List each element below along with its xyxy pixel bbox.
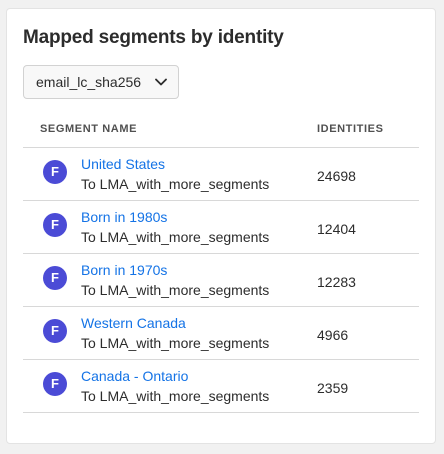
segment-destination: To LMA_with_more_segments — [81, 334, 270, 351]
column-header-identities[interactable]: IDENTITIES — [317, 123, 417, 135]
segment-cell: F Born in 1980s To LMA_with_more_segment… — [23, 208, 317, 247]
identities-count: 24698 — [317, 168, 356, 184]
segment-name-link[interactable]: Born in 1980s — [81, 208, 269, 227]
card-title: Mapped segments by identity — [23, 27, 284, 48]
table-row: F Western Canada To LMA_with_more_segmen… — [23, 307, 419, 360]
segment-cell: F United States To LMA_with_more_segment… — [23, 155, 317, 194]
segment-cell: F Born in 1970s To LMA_with_more_segment… — [23, 261, 317, 300]
segment-name-link[interactable]: Western Canada — [81, 314, 269, 333]
table-row: F Born in 1970s To LMA_with_more_segment… — [23, 254, 419, 307]
table-header: SEGMENT NAME IDENTITIES — [23, 111, 419, 148]
segment-avatar: F — [43, 318, 67, 343]
table-row: F Canada - Ontario To LMA_with_more_segm… — [23, 360, 419, 413]
table-row: F United States To LMA_with_more_segment… — [23, 148, 419, 201]
segment-destination: To LMA_with_more_segments — [81, 175, 270, 192]
segments-table: SEGMENT NAME IDENTITIES F United States … — [23, 111, 419, 413]
identities-count: 2359 — [317, 380, 349, 396]
segment-destination: To LMA_with_more_segments — [81, 387, 270, 404]
segment-avatar: F — [43, 265, 67, 290]
segment-cell: F Canada - Ontario To LMA_with_more_segm… — [23, 367, 317, 406]
chevron-down-icon — [154, 75, 168, 89]
identities-count: 4966 — [317, 327, 349, 343]
segment-destination: To LMA_with_more_segments — [81, 228, 270, 245]
identity-namespace-dropdown[interactable]: email_lc_sha256 — [23, 65, 179, 99]
table-row: F Born in 1980s To LMA_with_more_segment… — [23, 201, 419, 254]
segment-name-link[interactable]: Canada - Ontario — [81, 367, 269, 386]
identities-count: 12404 — [317, 221, 356, 237]
column-header-segment-name[interactable]: SEGMENT NAME — [23, 123, 317, 135]
segment-cell: F Western Canada To LMA_with_more_segmen… — [23, 314, 317, 353]
segment-avatar: F — [43, 159, 67, 184]
segment-avatar: F — [43, 371, 67, 396]
identities-count: 12283 — [317, 274, 356, 290]
segment-avatar: F — [43, 212, 67, 237]
mapped-segments-card: Mapped segments by identity email_lc_sha… — [6, 8, 436, 444]
segment-name-link[interactable]: United States — [81, 155, 269, 174]
identity-namespace-value: email_lc_sha256 — [36, 74, 142, 90]
segment-destination: To LMA_with_more_segments — [81, 281, 270, 298]
segment-name-link[interactable]: Born in 1970s — [81, 261, 269, 280]
